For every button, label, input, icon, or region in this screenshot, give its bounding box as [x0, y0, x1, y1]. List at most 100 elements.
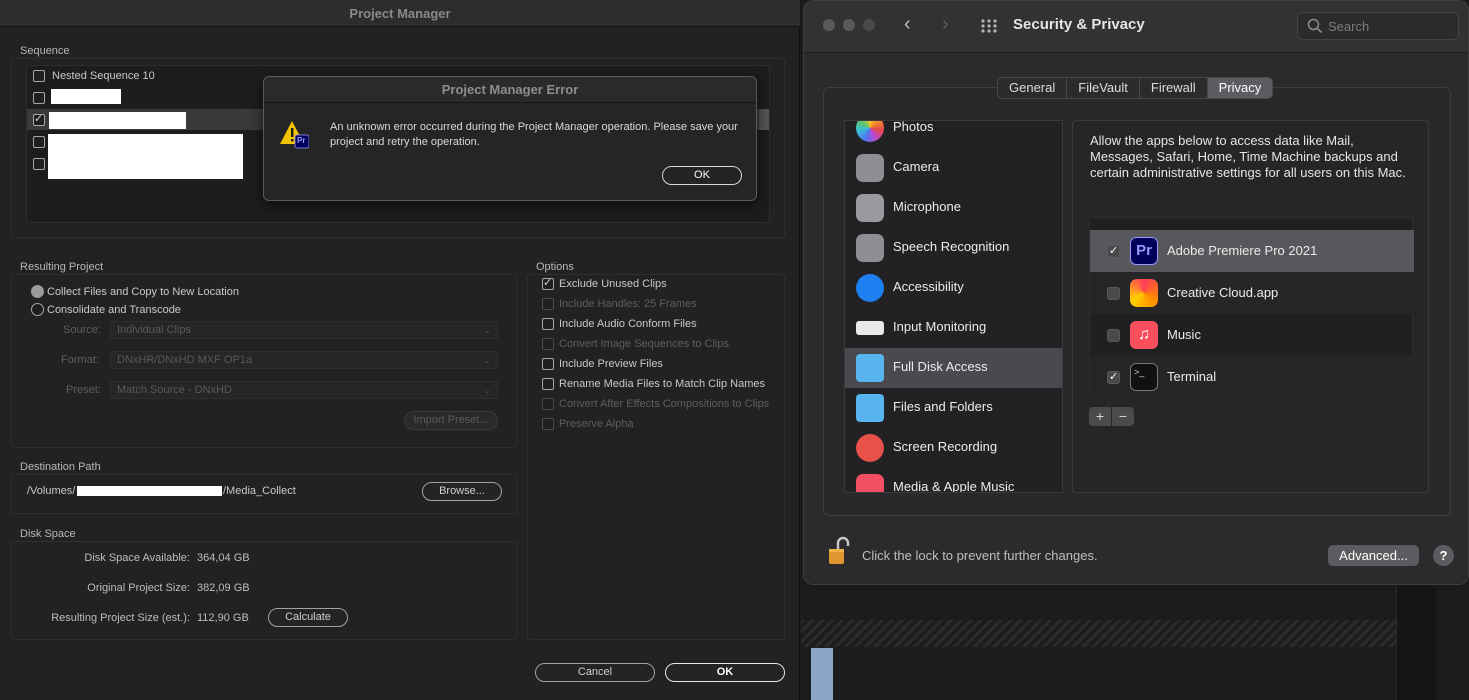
privacy-category-media-apple-music[interactable]: Media & Apple Music [845, 468, 1062, 493]
disk-available-label: Disk Space Available: [84, 552, 190, 564]
app-row-music[interactable]: ♫ Music [1090, 314, 1414, 356]
format-dropdown[interactable]: DNxHR/DNxHD MXF OP1a ⌄ [110, 351, 498, 369]
privacy-category-camera[interactable]: Camera [845, 148, 1062, 188]
app-row-terminal[interactable]: >_ Terminal [1090, 356, 1414, 398]
privacy-category-label: Media & Apple Music [893, 479, 1015, 493]
remove-button[interactable]: − [1112, 407, 1134, 426]
sequence-checkbox-5[interactable] [33, 158, 45, 170]
original-size-label: Original Project Size: [87, 582, 190, 594]
zoom-button[interactable] [863, 19, 875, 31]
warning-icon: Pr [279, 120, 310, 150]
option-checkbox-3[interactable] [542, 318, 554, 330]
option-checkbox-5[interactable] [542, 358, 554, 370]
app-checkbox[interactable] [1107, 370, 1120, 384]
app-name: Creative Cloud.app [1167, 285, 1279, 300]
tab-filevault[interactable]: FileVault [1067, 78, 1140, 98]
app-checkbox[interactable] [1107, 329, 1120, 342]
premiere-pro-icon: Pr [1130, 237, 1158, 265]
advanced-button[interactable]: Advanced... [1328, 545, 1419, 566]
timeline-clip[interactable] [811, 648, 833, 700]
app-list[interactable]: Pr Adobe Premiere Pro 2021 Creative Cloud.… [1089, 217, 1414, 398]
collect-files-radio[interactable] [31, 285, 44, 298]
error-dialog: Project Manager Error Pr An unknown erro… [263, 76, 757, 201]
consolidate-label: Consolidate and Transcode [47, 304, 181, 316]
privacy-category-label: Input Monitoring [893, 319, 987, 334]
tab-privacy[interactable]: Privacy [1207, 78, 1273, 98]
app-row-creative-cloud-app[interactable]: Creative Cloud.app [1090, 272, 1414, 314]
lock-text: Click the lock to prevent further change… [862, 548, 1098, 563]
privacy-category-list[interactable]: Photos Camera Microphone Speech Recognition… [844, 120, 1063, 493]
sequence-checkbox-2[interactable] [33, 92, 45, 104]
premiere-badge: Pr [297, 136, 306, 145]
background-panel [1396, 586, 1436, 700]
app-name: Music [1167, 327, 1201, 342]
tab-bar: General FileVault Firewall Privacy [997, 77, 1274, 99]
format-value: DNxHR/DNxHD MXF OP1a [117, 354, 253, 366]
source-dropdown[interactable]: Individual Clips ⌄ [110, 321, 498, 339]
privacy-category-speech-recognition[interactable]: Speech Recognition [845, 228, 1062, 268]
calculate-button[interactable]: Calculate [268, 608, 348, 627]
search-input[interactable]: Search [1297, 12, 1459, 40]
waveform-icon [856, 234, 884, 262]
privacy-category-files-and-folders[interactable]: Files and Folders [845, 388, 1062, 428]
privacy-category-label: Camera [893, 159, 940, 174]
accessibility-icon [856, 274, 884, 302]
option-label-1: Exclude Unused Clips [559, 278, 667, 290]
privacy-category-microphone[interactable]: Microphone [845, 188, 1062, 228]
privacy-category-label: Microphone [893, 199, 961, 214]
destination-prefix: /Volumes/ [27, 485, 76, 497]
option-label-7: Convert After Effects Compositions to Cl… [559, 398, 770, 410]
option-checkbox-4 [542, 338, 554, 350]
privacy-category-input-monitoring[interactable]: Input Monitoring [845, 308, 1062, 348]
add-button[interactable]: + [1089, 407, 1111, 426]
minimize-button[interactable] [843, 19, 855, 31]
access-description: Allow the apps below to access data like… [1090, 133, 1406, 180]
ok-button[interactable]: OK [665, 663, 785, 682]
tab-firewall[interactable]: Firewall [1140, 78, 1208, 98]
consolidate-radio[interactable] [31, 303, 44, 316]
timeline-hatched-area [801, 620, 1397, 647]
app-checkbox[interactable] [1107, 287, 1120, 300]
privacy-category-label: Screen Recording [893, 439, 998, 454]
app-checkbox[interactable] [1107, 244, 1120, 258]
import-preset-button[interactable]: Import Preset... [404, 411, 498, 430]
sequence-checkbox-3[interactable] [33, 112, 45, 126]
option-checkbox-6[interactable] [542, 378, 554, 390]
option-checkbox-1[interactable] [542, 276, 554, 290]
option-label-5: Include Preview Files [559, 358, 663, 370]
folder-icon [856, 354, 884, 382]
option-checkbox-8 [542, 418, 554, 430]
chevron-down-icon: ⌄ [483, 385, 491, 395]
disk-available-value: 364,04 GB [197, 552, 250, 564]
privacy-category-full-disk-access[interactable]: Full Disk Access [845, 348, 1062, 388]
help-button[interactable]: ? [1433, 545, 1454, 566]
app-name: Adobe Premiere Pro 2021 [1167, 243, 1318, 258]
option-label-8: Preserve Alpha [559, 418, 634, 430]
grid-icon[interactable] [980, 18, 998, 34]
disk-space-label: Disk Space [20, 528, 76, 540]
redacted-name [48, 134, 243, 179]
error-message: An unknown error occurred during the Pro… [330, 121, 738, 148]
option-label-2: Include Handles: 25 Frames [559, 298, 697, 310]
sequence-checkbox-4[interactable] [33, 136, 45, 148]
preset-dropdown[interactable]: Match Source - DNxHD ⌄ [110, 381, 498, 399]
forward-icon[interactable]: › [942, 13, 949, 36]
app-row-adobe-premiere-pro-2021[interactable]: Pr Adobe Premiere Pro 2021 [1090, 230, 1414, 272]
lock-icon[interactable] [826, 535, 852, 567]
back-icon[interactable]: ‹ [904, 13, 911, 36]
privacy-category-photos[interactable]: Photos [845, 121, 1062, 148]
cancel-button[interactable]: Cancel [535, 663, 655, 682]
close-button[interactable] [823, 19, 835, 31]
browse-button[interactable]: Browse... [422, 482, 502, 501]
folder-icon [856, 394, 884, 422]
tab-general[interactable]: General [998, 78, 1068, 98]
error-ok-button[interactable]: OK [662, 166, 742, 185]
privacy-category-screen-recording[interactable]: Screen Recording [845, 428, 1062, 468]
privacy-category-label: Full Disk Access [893, 359, 988, 374]
privacy-category-accessibility[interactable]: Accessibility [845, 268, 1062, 308]
microphone-icon [856, 194, 884, 222]
sequence-scrollbar[interactable] [759, 109, 769, 130]
redacted-name [51, 89, 121, 104]
sequence-checkbox-1[interactable] [33, 70, 45, 82]
screen-record-icon [856, 434, 884, 462]
